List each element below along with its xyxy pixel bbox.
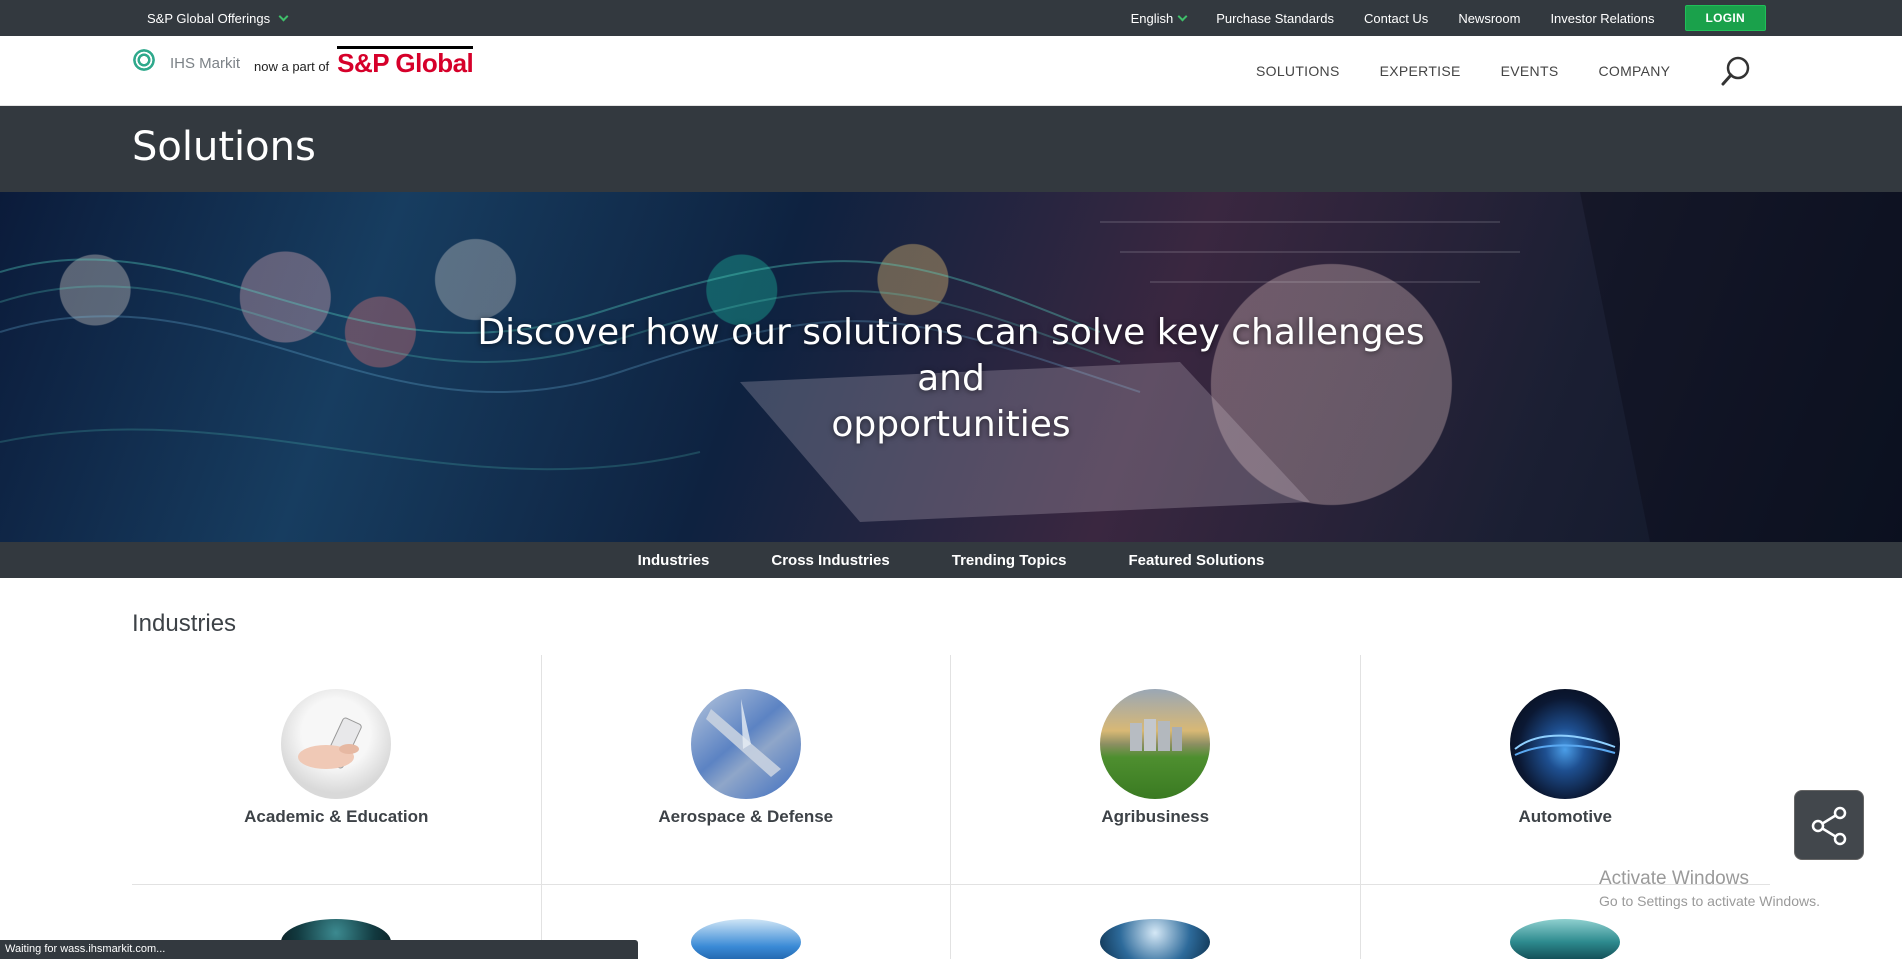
industry-image [1510, 919, 1621, 959]
industries-heading: Industries [132, 610, 237, 637]
contact-us-link[interactable]: Contact Us [1364, 11, 1428, 26]
language-selector[interactable]: English [1130, 10, 1188, 26]
share-icon[interactable] [1794, 790, 1864, 860]
sp-global-offerings-dropdown[interactable]: S&P Global Offerings [147, 11, 289, 26]
company-logo[interactable]: IHS Markit now a part of S&P Global [132, 45, 474, 78]
investor-relations-link[interactable]: Investor Relations [1550, 11, 1654, 26]
industries-grid: Academic & Education Aerospace & Defense [132, 655, 1770, 959]
watermark-subtitle: Go to Settings to activate Windows. [1599, 893, 1820, 909]
nav-company[interactable]: COMPANY [1598, 63, 1670, 79]
chevron-down-icon [1177, 11, 1188, 21]
industry-label: Automotive [1518, 807, 1613, 826]
newsroom-link[interactable]: Newsroom [1458, 11, 1520, 26]
industry-card-agribusiness[interactable]: Agribusiness [951, 655, 1361, 884]
ihs-markit-logo-icon [132, 48, 162, 78]
now-part-of-text: now a part of [254, 58, 330, 74]
tab-cross-industries[interactable]: Cross Industries [771, 552, 889, 569]
industry-card-academic[interactable]: Academic & Education [132, 655, 542, 884]
login-button[interactable]: LOGIN [1684, 5, 1766, 31]
hero-headline-line1: Discover how our solutions can solve key… [477, 312, 1425, 399]
page-title: Solutions [132, 124, 316, 170]
aerospace-image [690, 689, 801, 799]
browser-status-bar: Waiting for wass.ihsmarkit.com... [0, 940, 638, 959]
automotive-image [1510, 689, 1621, 799]
hero-headline-line2: opportunities [831, 404, 1071, 445]
tab-industries[interactable]: Industries [638, 552, 710, 569]
language-label: English [1130, 10, 1174, 26]
main-nav: SOLUTIONS EXPERTISE EVENTS COMPANY [1256, 36, 1670, 106]
hero-headline: Discover how our solutions can solve key… [451, 310, 1451, 448]
offerings-label: S&P Global Offerings [147, 11, 271, 26]
industry-label: Aerospace & Defense [658, 807, 834, 826]
sp-global-wordmark: S&P Global [337, 45, 474, 78]
search-icon[interactable] [1720, 54, 1752, 88]
industry-card-automotive[interactable]: Automotive [1361, 655, 1771, 884]
activate-windows-watermark: Activate Windows Go to Settings to activ… [1599, 868, 1820, 909]
industries-row: Academic & Education Aerospace & Defense [132, 655, 1770, 885]
industry-card[interactable] [951, 885, 1361, 959]
ihs-markit-wordmark: IHS Markit [170, 54, 241, 72]
agribusiness-image [1100, 689, 1211, 799]
industry-image [690, 919, 801, 959]
section-tabs: Industries Cross Industries Trending Top… [0, 542, 1902, 578]
nav-solutions[interactable]: SOLUTIONS [1256, 63, 1340, 79]
hero-banner: Discover how our solutions can solve key… [0, 192, 1902, 542]
chevron-down-icon [278, 11, 289, 22]
industry-card-aerospace[interactable]: Aerospace & Defense [542, 655, 951, 884]
industry-label: Agribusiness [1101, 807, 1210, 826]
utility-bar: S&P Global Offerings English Purchase St… [0, 0, 1902, 36]
utility-links: English Purchase Standards Contact Us Ne… [1131, 0, 1766, 36]
nav-expertise[interactable]: EXPERTISE [1380, 63, 1461, 79]
purchase-standards-link[interactable]: Purchase Standards [1216, 11, 1334, 26]
nav-events[interactable]: EVENTS [1501, 63, 1559, 79]
page-title-band: Solutions [0, 106, 1902, 192]
watermark-title: Activate Windows [1599, 868, 1749, 889]
industry-image [1100, 919, 1211, 959]
tab-featured-solutions[interactable]: Featured Solutions [1128, 552, 1264, 569]
site-header: IHS Markit now a part of S&P Global SOLU… [0, 36, 1902, 106]
academic-image [281, 689, 392, 799]
industry-label: Academic & Education [244, 807, 429, 826]
tab-trending-topics[interactable]: Trending Topics [952, 552, 1067, 569]
